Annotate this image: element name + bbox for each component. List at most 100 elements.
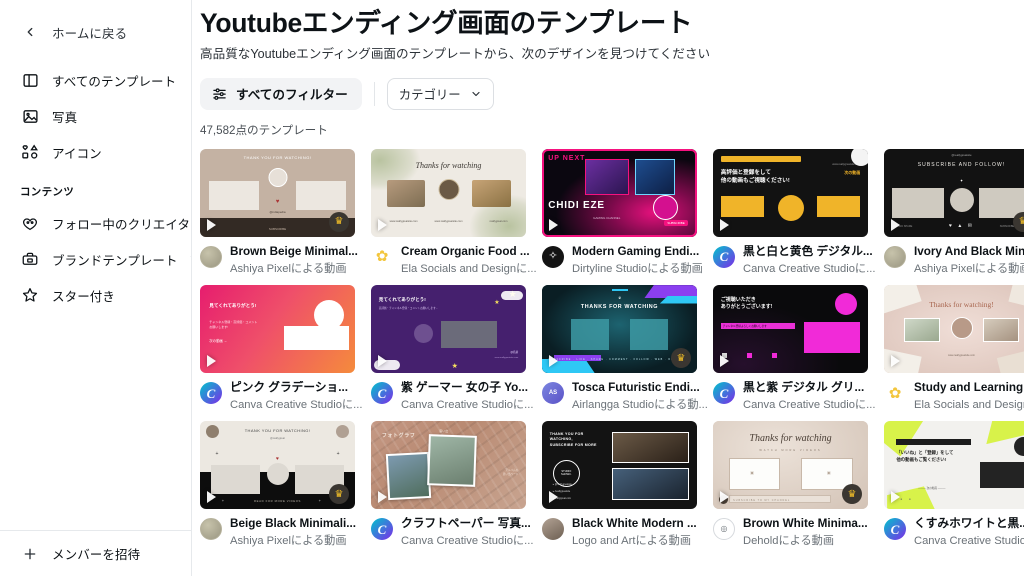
template-thumbnail[interactable]: @reallygreatsite SUBSCRIBE AND FOLLOW! ✦…: [884, 148, 1024, 237]
template-author: Canva Creative Studioに...: [401, 534, 534, 547]
template-thumbnail-wrap[interactable]: 「いいね」と「登録」をして 他の動画もご覧ください! ——— 次の動画 ——— ●…: [884, 421, 1024, 510]
template-name: Brown Beige Minimal...: [230, 244, 358, 258]
template-thumbnail[interactable]: THANK YOU FOR WATCHING, SUBSCRIBE FOR MORE…: [542, 421, 697, 510]
template-thumbnail-wrap[interactable]: 見てくれてありがとう! チャンネル登録・高評価・コメント お願いします! 次の動画…: [200, 285, 355, 374]
template-card[interactable]: 高評価と登録をして 他の動画もご視聴ください! 次の動画 www.reallygr…: [713, 148, 884, 276]
sidebar: ホームに戻る すべてのテンプレート 写真 アイコン コンテンツ フォロー中のクリ…: [0, 0, 192, 576]
avatar: [200, 245, 222, 268]
sidebar-item-starred-label: スター付き: [52, 289, 116, 304]
template-thumbnail-wrap[interactable]: ♛ THANKS FOR WATCHING SUBSCRIBE · LIKE ·…: [542, 285, 697, 374]
template-card[interactable]: THANK YOU FOR WATCHING! ♥ @ndiapedia SUB…: [200, 148, 371, 276]
template-card[interactable]: 見てくれてありがとう! チャンネル登録・高評価・コメント お願いします! 次の動画…: [200, 285, 371, 412]
template-meta: ✿ Study and Learning Ela Socials and Des…: [884, 381, 1024, 412]
template-meta: AS Tosca Futuristic Endi... Airlangga St…: [542, 381, 713, 412]
template-card[interactable]: THANK YOU FOR WATCHING! @reallygreat + +…: [200, 421, 371, 548]
template-card[interactable]: 見てくれてありがとう! 高評価・チャンネル登録・コメントお願いします... @名…: [371, 285, 542, 412]
template-thumbnail[interactable]: 「いいね」と「登録」をして 他の動画もご覧ください! ——— 次の動画 ——— ●…: [884, 421, 1024, 510]
sidebar-back-home[interactable]: ホームに戻る: [6, 14, 185, 50]
sidebar-item-icons[interactable]: アイコン: [6, 134, 185, 170]
play-icon[interactable]: [891, 491, 900, 504]
template-thumbnail[interactable]: Thanks for watching www.reallygreatsite.…: [371, 148, 526, 237]
all-filters-button[interactable]: すべてのフィルター: [200, 77, 362, 110]
template-thumbnail-wrap[interactable]: THANK YOU FOR WATCHING, SUBSCRIBE FOR MORE…: [542, 421, 697, 510]
template-name: Ivory And Black Min...: [914, 244, 1024, 258]
template-name: 黒と白と黄色 デジタル...: [743, 244, 873, 258]
template-thumbnail[interactable]: THANK YOU FOR WATCHING! @reallygreat + +…: [200, 421, 355, 510]
play-icon[interactable]: [207, 491, 216, 504]
template-card[interactable]: THANK YOU FOR WATCHING, SUBSCRIBE FOR MORE…: [542, 421, 713, 548]
play-icon[interactable]: [549, 355, 558, 368]
main-content: Youtubeエンディング画面のテンプレート 高品質なYoutubeエンディング…: [192, 0, 1024, 576]
template-thumbnail[interactable]: THANK YOU FOR WATCHING! ♥ @ndiapedia SUB…: [200, 148, 355, 237]
page-header: Youtubeエンディング画面のテンプレート 高品質なYoutubeエンディング…: [200, 0, 1024, 138]
template-card[interactable]: UP NEXT CHIDI EZE GAMING CHANNEL SUBSCRI…: [542, 148, 713, 276]
play-icon[interactable]: [720, 218, 729, 231]
sidebar-item-all-templates[interactable]: すべてのテンプレート: [6, 62, 185, 98]
heart-people-icon: [20, 213, 40, 233]
template-text: Cream Organic Food ... Ela Socials and D…: [401, 245, 537, 276]
sidebar-group-title: コンテンツ: [20, 186, 74, 198]
template-text: ピンク グラデーショ... Canva Creative Studioに...: [230, 381, 362, 412]
template-thumbnail[interactable]: Thanks for watching WATCH MORE VIDEOS ▣ …: [713, 421, 868, 510]
sidebar-item-photos[interactable]: 写真: [6, 98, 185, 134]
invite-members-button[interactable]: メンバーを招待: [6, 536, 185, 572]
play-icon[interactable]: [207, 218, 216, 231]
play-icon[interactable]: [891, 218, 900, 231]
play-icon[interactable]: [549, 491, 558, 504]
template-thumbnail-wrap[interactable]: THANK YOU FOR WATCHING! ♥ @ndiapedia SUB…: [200, 148, 355, 237]
template-author: Canva Creative Studioに...: [401, 398, 534, 411]
template-meta: ✧ Modern Gaming Endi... Dirtyline Studio…: [542, 245, 713, 276]
template-thumbnail-wrap[interactable]: @reallygreatsite SUBSCRIBE AND FOLLOW! ✦…: [884, 148, 1024, 237]
template-thumbnail-wrap[interactable]: THANK YOU FOR WATCHING! @reallygreat + +…: [200, 421, 355, 510]
template-name: くすみホワイトと黒...: [914, 517, 1024, 531]
sidebar-item-photos-label: 写真: [52, 110, 78, 125]
template-name: Tosca Futuristic Endi...: [572, 381, 700, 395]
play-icon[interactable]: [549, 218, 558, 231]
template-grid: THANK YOU FOR WATCHING! ♥ @ndiapedia SUB…: [200, 148, 1024, 549]
template-card[interactable]: ♛ THANKS FOR WATCHING SUBSCRIBE · LIKE ·…: [542, 285, 713, 412]
template-thumbnail-wrap[interactable]: Thanks for watching! www.reallygreatsite…: [884, 285, 1024, 374]
template-thumbnail-wrap[interactable]: 見てくれてありがとう! 高評価・チャンネル登録・コメントお願いします... @名…: [371, 285, 526, 374]
filter-bar: すべてのフィルター カテゴリー: [200, 77, 1024, 110]
template-author: Ela Socials and Designに: [914, 398, 1024, 411]
template-thumbnail[interactable]: UP NEXT CHIDI EZE GAMING CHANNEL SUBSCRI…: [542, 148, 697, 237]
play-icon[interactable]: [720, 491, 729, 504]
template-thumbnail-wrap[interactable]: Thanks for watching www.reallygreatsite.…: [371, 148, 526, 237]
template-card[interactable]: Thanks for watching! www.reallygreatsite…: [884, 285, 1024, 412]
play-icon[interactable]: [378, 355, 387, 368]
category-dropdown[interactable]: カテゴリー: [386, 77, 494, 110]
category-label: カテゴリー: [398, 87, 461, 102]
play-icon[interactable]: [378, 491, 387, 504]
avatar: ◎: [713, 518, 735, 541]
template-thumbnail[interactable]: Thanks for watching! www.reallygreatsite…: [884, 285, 1024, 374]
template-meta: C 黒と白と黄色 デジタル... Canva Creative Studioに.…: [713, 245, 884, 276]
template-thumbnail[interactable]: 見てくれてありがとう! チャンネル登録・高評価・コメント お願いします! 次の動画…: [200, 285, 355, 374]
template-thumbnail[interactable]: ご視聴いただき ありがとうございます! チャンネル登録よろしくお願いします: [713, 285, 868, 374]
play-icon[interactable]: [891, 355, 900, 368]
template-thumbnail[interactable]: 見てくれてありがとう! 高評価・チャンネル登録・コメントお願いします... @名…: [371, 285, 526, 374]
template-text: Black White Modern ... Logo and Artによる動画: [572, 517, 697, 548]
template-thumbnail-wrap[interactable]: UP NEXT CHIDI EZE GAMING CHANNEL SUBSCRI…: [542, 148, 697, 237]
page-subtitle: 高品質なYoutubeエンディング画面のテンプレートから、次のデザインを見つけて…: [200, 47, 711, 62]
play-icon[interactable]: [207, 355, 216, 368]
template-thumbnail-wrap[interactable]: フォトグラフ アルバムの 思い出ページ 思い出: [371, 421, 526, 510]
template-thumbnail[interactable]: 高評価と登録をして 他の動画もご視聴ください! 次の動画 www.reallygr…: [713, 148, 868, 237]
template-text: Brown Beige Minimal... Ashiya Pixelによる動画: [230, 245, 358, 276]
template-thumbnail[interactable]: ♛ THANKS FOR WATCHING SUBSCRIBE · LIKE ·…: [542, 285, 697, 374]
template-card[interactable]: Thanks for watching www.reallygreatsite.…: [371, 148, 542, 276]
sidebar-item-brand-templates[interactable]: ブランドテンプレート ♛: [6, 241, 191, 277]
play-icon[interactable]: [378, 218, 387, 231]
template-card[interactable]: ご視聴いただき ありがとうございます! チャンネル登録よろしくお願いします C 黒…: [713, 285, 884, 412]
template-card[interactable]: Thanks for watching WATCH MORE VIDEOS ▣ …: [713, 421, 884, 548]
template-card[interactable]: フォトグラフ アルバムの 思い出ページ 思い出 C クラフトペーパー 写真... …: [371, 421, 542, 548]
template-thumbnail[interactable]: フォトグラフ アルバムの 思い出ページ 思い出: [371, 421, 526, 510]
template-thumbnail-wrap[interactable]: 高評価と登録をして 他の動画もご視聴ください! 次の動画 www.reallygr…: [713, 148, 868, 237]
template-card[interactable]: @reallygreatsite SUBSCRIBE AND FOLLOW! ✦…: [884, 148, 1024, 276]
sidebar-item-starred[interactable]: スター付き: [6, 277, 185, 313]
template-card[interactable]: 「いいね」と「登録」をして 他の動画もご覧ください! ——— 次の動画 ——— ●…: [884, 421, 1024, 548]
sidebar-item-following-creators[interactable]: フォロー中のクリエイター: [6, 205, 191, 241]
template-meta: Black White Modern ... Logo and Artによる動画: [542, 517, 713, 548]
play-icon[interactable]: [720, 355, 729, 368]
template-thumbnail-wrap[interactable]: ご視聴いただき ありがとうございます! チャンネル登録よろしくお願いします: [713, 285, 868, 374]
template-thumbnail-wrap[interactable]: Thanks for watching WATCH MORE VIDEOS ▣ …: [713, 421, 868, 510]
